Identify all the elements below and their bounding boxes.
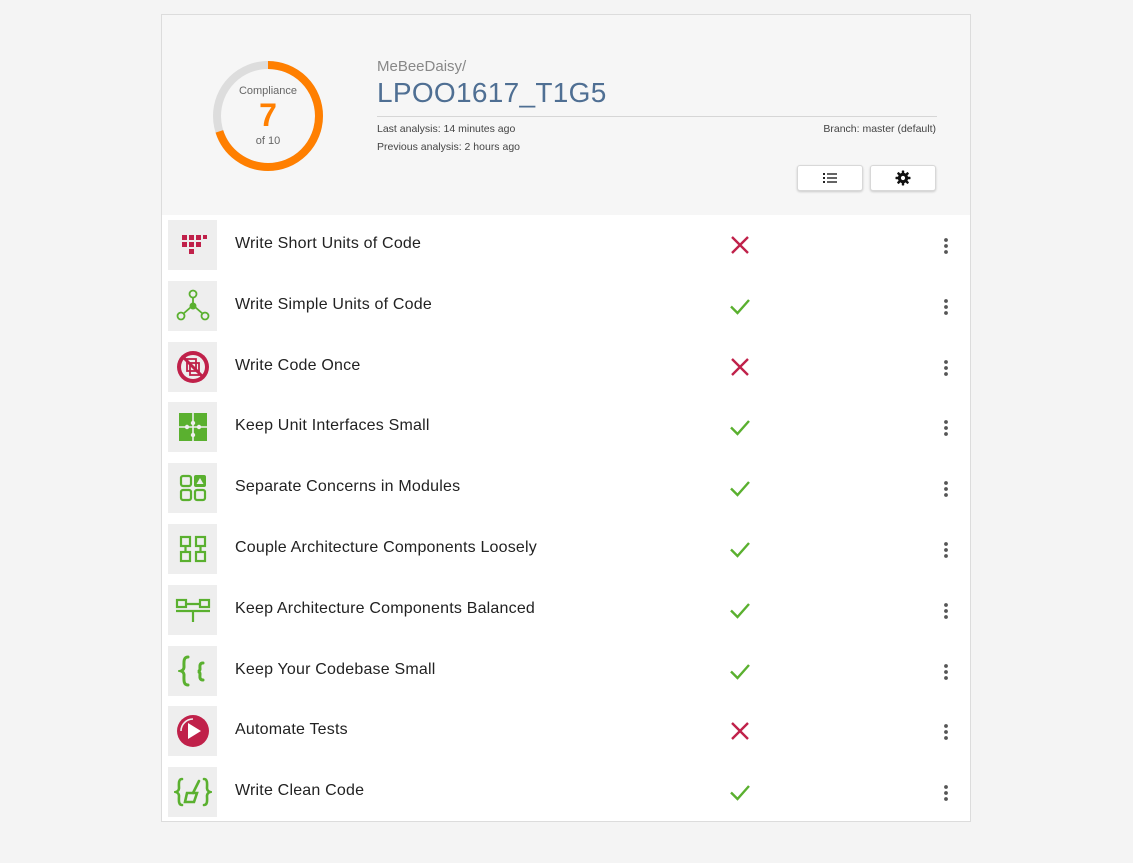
braces-icon bbox=[168, 645, 217, 696]
header-divider bbox=[377, 116, 937, 117]
play-icon bbox=[168, 706, 217, 757]
settings-button[interactable] bbox=[870, 165, 936, 191]
simple-units-icon bbox=[168, 280, 217, 331]
guideline-title: Keep Architecture Components Balanced bbox=[235, 599, 536, 617]
more-options-icon[interactable] bbox=[941, 601, 951, 621]
guideline-title: Couple Architecture Components Loosely bbox=[235, 538, 537, 556]
compliance-score: 7 bbox=[259, 97, 277, 133]
previous-analysis: Previous analysis: 2 hours ago bbox=[377, 141, 520, 153]
check-icon bbox=[730, 602, 750, 619]
guideline-row-balanced[interactable]: Keep Architecture Components Balanced bbox=[162, 580, 970, 641]
more-options-icon[interactable] bbox=[941, 540, 951, 560]
more-options-icon[interactable] bbox=[941, 783, 951, 803]
guideline-title: Keep Unit Interfaces Small bbox=[235, 417, 430, 435]
guideline-title: Write Code Once bbox=[235, 356, 361, 374]
last-analysis: Last analysis: 14 minutes ago bbox=[377, 123, 516, 135]
guideline-row-automate-tests[interactable]: Automate Tests bbox=[162, 701, 970, 762]
short-units-icon bbox=[168, 220, 217, 270]
components-icon bbox=[168, 523, 217, 574]
repo-owner[interactable]: MeBeeDaisy/ bbox=[377, 58, 466, 75]
check-icon bbox=[730, 420, 750, 437]
check-icon bbox=[730, 663, 750, 680]
check-icon bbox=[730, 299, 750, 315]
broom-icon bbox=[168, 767, 217, 818]
more-options-icon[interactable] bbox=[941, 358, 951, 378]
modules-icon bbox=[168, 463, 217, 514]
guideline-title: Write Simple Units of Code bbox=[235, 295, 432, 313]
compliance-label: Compliance bbox=[238, 85, 298, 97]
repository-card: Compliance 7 of 10 MeBeeDaisy/ LPOO1617_… bbox=[161, 14, 971, 822]
more-options-icon[interactable] bbox=[941, 236, 951, 256]
branch-info: Branch: master (default) bbox=[823, 123, 936, 135]
fail-icon bbox=[731, 722, 749, 741]
more-options-icon[interactable] bbox=[941, 722, 951, 742]
fail-icon bbox=[731, 236, 749, 254]
repo-name[interactable]: LPOO1617_T1G5 bbox=[377, 77, 607, 109]
list-icon bbox=[823, 173, 837, 183]
more-options-icon[interactable] bbox=[941, 479, 951, 499]
guideline-row-couple-loosely[interactable]: Couple Architecture Components Loosely bbox=[162, 519, 970, 580]
more-options-icon[interactable] bbox=[941, 662, 951, 682]
more-options-icon[interactable] bbox=[941, 418, 951, 438]
gear-icon bbox=[895, 170, 911, 186]
guideline-title: Separate Concerns in Modules bbox=[235, 478, 461, 496]
guideline-title: Write Clean Code bbox=[235, 782, 365, 800]
check-icon bbox=[730, 481, 750, 497]
list-button[interactable] bbox=[797, 165, 863, 191]
guideline-list: Write Short Units of Code Write Simple U… bbox=[162, 215, 970, 823]
guideline-title: Write Short Units of Code bbox=[235, 235, 422, 252]
balance-icon bbox=[168, 584, 217, 635]
more-options-icon[interactable] bbox=[941, 297, 951, 317]
guideline-row-codebase-small[interactable]: Keep Your Codebase Small bbox=[162, 641, 970, 702]
guideline-row-simple-units[interactable]: Write Simple Units of Code bbox=[162, 276, 970, 337]
guideline-row-separate-concerns[interactable]: Separate Concerns in Modules bbox=[162, 458, 970, 519]
guideline-row-short-units[interactable]: Write Short Units of Code bbox=[162, 215, 970, 276]
compliance-gauge: Compliance 7 of 10 bbox=[211, 59, 325, 173]
puzzle-icon bbox=[168, 402, 217, 453]
check-icon bbox=[730, 785, 750, 801]
code-once-icon bbox=[168, 341, 217, 392]
fail-icon bbox=[731, 357, 749, 376]
guideline-row-code-once[interactable]: Write Code Once bbox=[162, 337, 970, 398]
repository-header: Compliance 7 of 10 MeBeeDaisy/ LPOO1617_… bbox=[162, 15, 970, 215]
guideline-title: Keep Your Codebase Small bbox=[235, 660, 436, 678]
guideline-title: Automate Tests bbox=[235, 721, 348, 739]
check-icon bbox=[730, 542, 750, 558]
compliance-total: of 10 bbox=[255, 135, 281, 147]
guideline-row-unit-interfaces[interactable]: Keep Unit Interfaces Small bbox=[162, 397, 970, 458]
guideline-row-clean-code[interactable]: Write Clean Code bbox=[162, 762, 970, 823]
